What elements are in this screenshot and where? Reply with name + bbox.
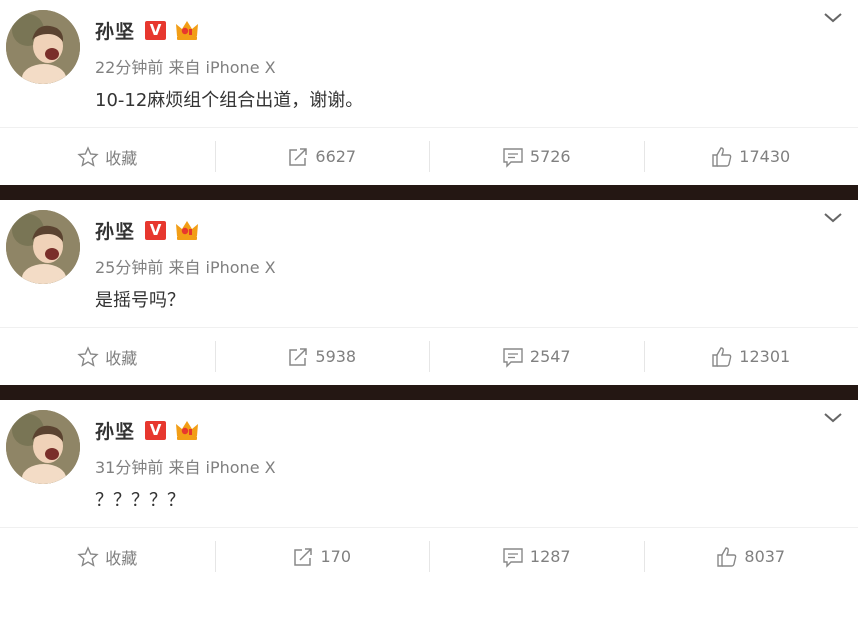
post-text: 是摇号吗？	[95, 290, 185, 311]
like-count: 8037	[744, 547, 786, 566]
post-meta: 25分钟前 来自 iPhone X	[95, 258, 276, 277]
author-row: 孙坚 V	[95, 416, 200, 444]
chevron-down-icon[interactable]	[822, 208, 844, 226]
crown-badge-icon	[176, 21, 199, 40]
author-name[interactable]: 孙坚	[95, 17, 135, 44]
like-count: 17430	[739, 147, 791, 166]
post-divider	[0, 185, 858, 200]
comment-button[interactable]: 2547	[429, 328, 644, 385]
like-button[interactable]: 8037	[643, 528, 858, 585]
comment-count: 1287	[529, 547, 571, 566]
avatar[interactable]	[6, 10, 80, 84]
favorite-button[interactable]: 收藏	[0, 528, 215, 585]
speech-bubble-icon	[503, 547, 523, 568]
avatar[interactable]	[6, 210, 80, 284]
favorite-button[interactable]: 收藏	[0, 128, 215, 185]
crown-badge-icon	[176, 221, 199, 240]
repost-count: 6627	[315, 147, 357, 166]
author-name[interactable]: 孙坚	[95, 217, 135, 244]
star-outline-icon	[77, 145, 99, 167]
post-divider	[0, 385, 858, 400]
post-meta: 31分钟前 来自 iPhone X	[95, 458, 276, 477]
star-outline-icon	[77, 345, 99, 367]
like-button[interactable]: 17430	[643, 128, 858, 185]
share-arrow-icon	[289, 347, 308, 366]
thumbs-up-icon	[717, 546, 737, 567]
speech-bubble-icon	[503, 147, 523, 168]
post-body: 孙坚 V 22分钟前 来自 iPhone X 10-12麻烦组个组合出道，谢谢。	[0, 0, 858, 127]
post-text: ？？？？？	[95, 490, 185, 511]
like-count: 12301	[739, 347, 791, 366]
action-bar: 收藏 5938 2547 12301	[0, 327, 858, 385]
action-bar: 收藏 6627 5726 17430	[0, 127, 858, 185]
post-meta: 22分钟前 来自 iPhone X	[95, 58, 276, 77]
weibo-feed: 孙坚 V 22分钟前 来自 iPhone X 10-12麻烦组个组合出道，谢谢。	[0, 0, 858, 618]
comment-count: 5726	[529, 147, 571, 166]
action-bar: 收藏 170 1287 8037	[0, 527, 858, 585]
favorite-label: 收藏	[105, 548, 138, 568]
repost-count: 5938	[315, 347, 357, 366]
verified-badge-icon: V	[145, 220, 167, 240]
comment-count: 2547	[529, 347, 571, 366]
author-name[interactable]: 孙坚	[95, 417, 135, 444]
repost-button[interactable]: 6627	[214, 128, 430, 185]
thumbs-up-icon	[712, 146, 732, 167]
post-card: 孙坚 V 31分钟前 来自 iPhone X ？？？？？ 收藏 170 1287…	[0, 400, 858, 585]
comment-button[interactable]: 1287	[429, 528, 644, 585]
favorite-label: 收藏	[105, 348, 138, 368]
thumbs-up-icon	[712, 346, 732, 367]
repost-button[interactable]: 5938	[214, 328, 430, 385]
share-arrow-icon	[294, 547, 313, 566]
share-arrow-icon	[289, 147, 308, 166]
favorite-button[interactable]: 收藏	[0, 328, 215, 385]
crown-badge-icon	[176, 421, 199, 440]
author-row: 孙坚 V	[95, 16, 200, 44]
repost-button[interactable]: 170	[214, 528, 430, 585]
author-row: 孙坚 V	[95, 216, 200, 244]
verified-badge-icon: V	[145, 20, 167, 40]
post-text: 10-12麻烦组个组合出道，谢谢。	[95, 90, 364, 111]
chevron-down-icon[interactable]	[822, 408, 844, 426]
post-card: 孙坚 V 25分钟前 来自 iPhone X 是摇号吗？ 收藏 5938 254…	[0, 200, 858, 385]
star-outline-icon	[77, 545, 99, 567]
favorite-label: 收藏	[105, 148, 138, 168]
chevron-down-icon[interactable]	[822, 8, 844, 26]
post-card: 孙坚 V 22分钟前 来自 iPhone X 10-12麻烦组个组合出道，谢谢。	[0, 0, 858, 185]
comment-button[interactable]: 5726	[429, 128, 644, 185]
repost-count: 170	[320, 547, 352, 566]
like-button[interactable]: 12301	[643, 328, 858, 385]
avatar[interactable]	[6, 410, 80, 484]
speech-bubble-icon	[503, 347, 523, 368]
post-body: 孙坚 V 31分钟前 来自 iPhone X ？？？？？	[0, 400, 858, 527]
verified-badge-icon: V	[145, 420, 167, 440]
post-body: 孙坚 V 25分钟前 来自 iPhone X 是摇号吗？	[0, 200, 858, 327]
